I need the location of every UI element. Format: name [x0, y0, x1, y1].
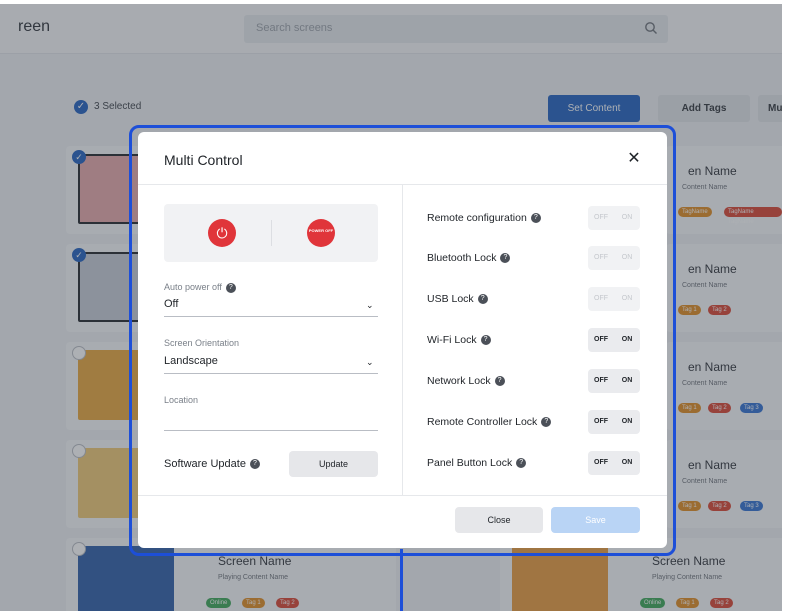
panel-button-lock-label: Panel Button Lock?: [427, 457, 527, 469]
toggle-on-option[interactable]: ON: [614, 369, 640, 393]
auto-power-off-label-text: Auto power off: [164, 282, 222, 292]
chevron-down-icon[interactable]: ⌄: [366, 300, 374, 311]
toggle-label-text: Bluetooth Lock: [427, 252, 497, 264]
toggle-off-option[interactable]: OFF: [588, 451, 614, 475]
toggle-off-option[interactable]: OFF: [588, 287, 614, 311]
remote-configuration-toggle[interactable]: OFF ON: [588, 206, 640, 230]
save-button[interactable]: Save: [551, 507, 640, 533]
screen-orientation-label: Screen Orientation: [164, 338, 240, 348]
toggle-off-option[interactable]: OFF: [588, 369, 614, 393]
help-icon[interactable]: ?: [516, 458, 527, 469]
toggle-on-option[interactable]: ON: [614, 410, 640, 434]
help-icon[interactable]: ?: [480, 335, 491, 346]
network-lock-label: Network Lock?: [427, 375, 505, 387]
auto-power-off-select[interactable]: Off: [164, 298, 178, 310]
toggle-on-option[interactable]: ON: [614, 206, 640, 230]
remote-controller-lock-label: Remote Controller Lock?: [427, 416, 552, 428]
toggle-label-text: Remote Controller Lock: [427, 416, 538, 428]
divider: [271, 220, 272, 246]
toggle-off-option[interactable]: OFF: [588, 246, 614, 270]
screenshot-frame: reen Search screens ✓ 3 Selected Set Con…: [0, 0, 788, 611]
toggle-label-text: Panel Button Lock: [427, 457, 513, 469]
toggle-on-option[interactable]: ON: [614, 451, 640, 475]
toggle-off-option[interactable]: OFF: [588, 206, 614, 230]
app-window: reen Search screens ✓ 3 Selected Set Con…: [0, 4, 782, 611]
toggle-label-text: Wi-Fi Lock: [427, 334, 477, 346]
toggle-on-option[interactable]: ON: [614, 287, 640, 311]
screen-orientation-select[interactable]: Landscape: [164, 355, 218, 367]
software-update-label: Software Update?: [164, 458, 260, 470]
help-icon[interactable]: ?: [541, 417, 552, 428]
usb-lock-toggle[interactable]: OFF ON: [588, 287, 640, 311]
toggle-off-option[interactable]: OFF: [588, 410, 614, 434]
panel-button-lock-toggle[interactable]: OFF ON: [588, 451, 640, 475]
auto-power-off-label: Auto power off?: [164, 282, 236, 293]
wifi-lock-toggle[interactable]: OFF ON: [588, 328, 640, 352]
toggle-label-text: USB Lock: [427, 293, 474, 305]
divider: [138, 495, 667, 496]
field-underline: [164, 430, 378, 431]
close-button[interactable]: Close: [455, 507, 543, 533]
remote-controller-lock-toggle[interactable]: OFF ON: [588, 410, 640, 434]
usb-lock-label: USB Lock?: [427, 293, 488, 305]
remote-configuration-label: Remote configuration?: [427, 212, 541, 224]
field-underline: [164, 373, 378, 374]
toggle-label-text: Network Lock: [427, 375, 491, 387]
location-label: Location: [164, 395, 199, 405]
network-lock-toggle[interactable]: OFF ON: [588, 369, 640, 393]
help-icon[interactable]: ?: [477, 294, 488, 305]
field-underline: [164, 316, 378, 317]
divider: [402, 184, 403, 495]
wifi-lock-label: Wi-Fi Lock?: [427, 334, 491, 346]
bluetooth-lock-label: Bluetooth Lock?: [427, 252, 511, 264]
help-icon[interactable]: ?: [500, 253, 511, 264]
power-controls: ⏻ POWER OFF: [164, 204, 378, 262]
help-icon[interactable]: ?: [494, 376, 505, 387]
close-icon[interactable]: ✕: [626, 151, 642, 167]
toggle-off-option[interactable]: OFF: [588, 328, 614, 352]
bluetooth-lock-toggle[interactable]: OFF ON: [588, 246, 640, 270]
help-icon[interactable]: ?: [225, 282, 236, 293]
software-update-label-text: Software Update: [164, 458, 246, 470]
toggle-label-text: Remote configuration: [427, 212, 527, 224]
power-off-button[interactable]: POWER OFF: [307, 219, 335, 247]
help-icon[interactable]: ?: [249, 459, 260, 470]
multi-control-dialog: Multi Control ✕ ⏻ POWER OFF Auto power o…: [138, 132, 667, 548]
toggle-on-option[interactable]: ON: [614, 328, 640, 352]
update-button[interactable]: Update: [289, 451, 378, 477]
highlight-connector: [400, 549, 403, 611]
dialog-title: Multi Control: [164, 152, 243, 168]
chevron-down-icon[interactable]: ⌄: [366, 357, 374, 368]
help-icon[interactable]: ?: [530, 213, 541, 224]
toggle-on-option[interactable]: ON: [614, 246, 640, 270]
power-on-button[interactable]: ⏻: [208, 219, 236, 247]
